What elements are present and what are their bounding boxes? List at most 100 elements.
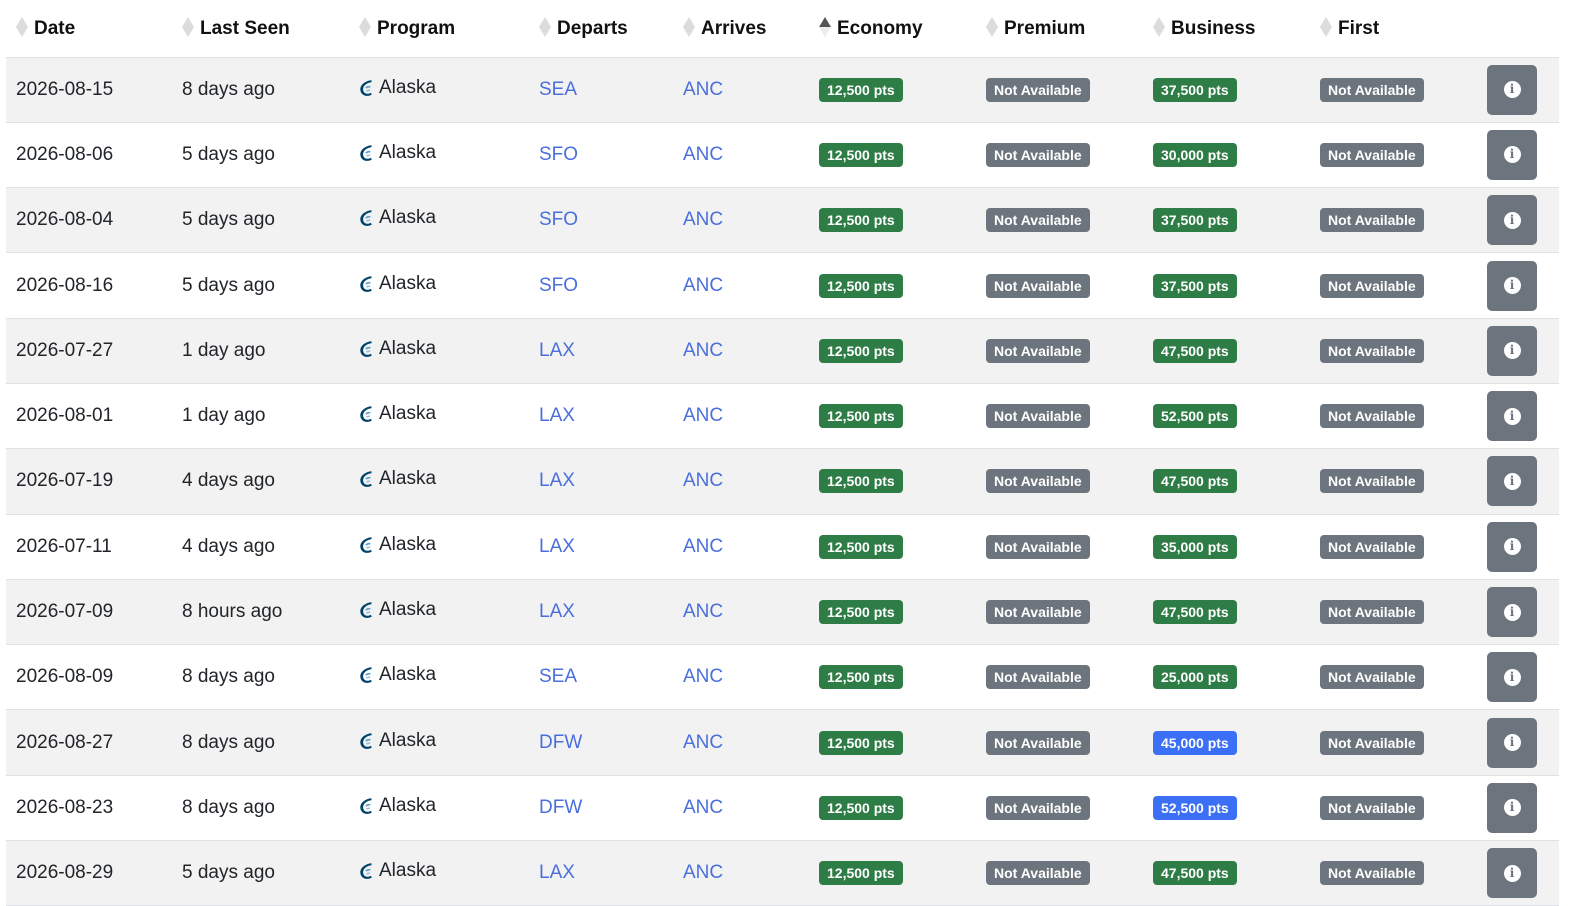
details-button[interactable]: i <box>1487 64 1537 115</box>
details-button[interactable]: i <box>1487 195 1537 246</box>
departs-airport-link[interactable]: LAX <box>539 405 575 426</box>
table-row: 2026-08-27 8 days ago Alaska DFW ANC 12,… <box>6 709 1559 776</box>
business-cell: 52,500 pts <box>1143 775 1310 842</box>
premium-cell: Not Available <box>976 840 1143 906</box>
sort-arrows-icon[interactable] <box>539 16 551 37</box>
sort-arrows-icon[interactable] <box>16 16 28 37</box>
date-value: 2026-07-27 <box>16 339 114 361</box>
departs-airport-link[interactable]: LAX <box>539 340 575 361</box>
date-cell: 2026-08-23 <box>6 775 172 842</box>
departs-airport-link[interactable]: SFO <box>539 275 578 296</box>
business-cell: 47,500 pts <box>1143 840 1310 906</box>
details-cell: i <box>1477 579 1559 646</box>
first-cell: Not Available <box>1310 252 1477 319</box>
details-button[interactable]: i <box>1487 587 1537 638</box>
sort-arrows-icon[interactable] <box>819 16 831 37</box>
business-badge: 47,500 pts <box>1153 469 1237 494</box>
column-header-first[interactable]: First <box>1310 0 1477 58</box>
business-badge: 25,000 pts <box>1153 665 1237 690</box>
first-cell: Not Available <box>1310 57 1477 123</box>
premium-cell: Not Available <box>976 318 1143 384</box>
last-seen-value: 5 days ago <box>182 274 275 296</box>
arrives-airport-link[interactable]: ANC <box>683 144 723 165</box>
arrives-airport-link[interactable]: ANC <box>683 275 723 296</box>
arrives-cell: ANC <box>673 318 809 384</box>
departs-airport-link[interactable]: DFW <box>539 797 582 818</box>
date-value: 2026-08-23 <box>16 796 114 818</box>
details-button[interactable]: i <box>1487 848 1537 899</box>
details-button[interactable]: i <box>1487 456 1537 507</box>
first-badge: Not Available <box>1320 795 1424 820</box>
arrives-airport-link[interactable]: ANC <box>683 536 723 557</box>
details-button[interactable]: i <box>1487 782 1537 833</box>
first-cell: Not Available <box>1310 514 1477 580</box>
program-cell: Alaska <box>349 57 529 123</box>
table-row: 2026-08-29 5 days ago Alaska LAX ANC 12,… <box>6 840 1559 906</box>
program-name: Alaska <box>379 141 437 163</box>
column-header-economy[interactable]: Economy <box>809 0 976 58</box>
column-header-premium[interactable]: Premium <box>976 0 1143 58</box>
premium-cell: Not Available <box>976 187 1143 254</box>
sort-arrows-icon[interactable] <box>683 16 695 37</box>
departs-airport-link[interactable]: DFW <box>539 732 582 753</box>
economy-cell: 12,500 pts <box>809 57 976 123</box>
sort-arrows-icon[interactable] <box>986 16 998 37</box>
departs-cell: LAX <box>529 383 673 450</box>
departs-airport-link[interactable]: LAX <box>539 536 575 557</box>
last-seen-cell: 5 days ago <box>172 187 349 254</box>
departs-airport-link[interactable]: LAX <box>539 862 575 883</box>
arrives-airport-link[interactable]: ANC <box>683 797 723 818</box>
column-header-business[interactable]: Business <box>1143 0 1310 58</box>
column-header-program[interactable]: Program <box>349 0 529 58</box>
column-header-date[interactable]: Date <box>6 0 172 58</box>
premium-badge: Not Available <box>986 469 1090 494</box>
last-seen-cell: 8 days ago <box>172 709 349 776</box>
arrives-airport-link[interactable]: ANC <box>683 601 723 622</box>
details-button[interactable]: i <box>1487 717 1537 768</box>
business-badge: 47,500 pts <box>1153 600 1237 625</box>
arrives-airport-link[interactable]: ANC <box>683 405 723 426</box>
program-cell: Alaska <box>349 187 529 254</box>
economy-badge: 12,500 pts <box>819 208 903 233</box>
column-header-departs[interactable]: Departs <box>529 0 673 58</box>
column-header-arrives[interactable]: Arrives <box>673 0 809 58</box>
premium-badge: Not Available <box>986 534 1090 559</box>
details-button[interactable]: i <box>1487 521 1537 572</box>
departs-airport-link[interactable]: SFO <box>539 144 578 165</box>
details-button[interactable]: i <box>1487 391 1537 442</box>
sort-arrows-icon[interactable] <box>359 16 371 37</box>
departs-airport-link[interactable]: SFO <box>539 209 578 230</box>
details-button[interactable]: i <box>1487 652 1537 703</box>
date-value: 2026-07-19 <box>16 470 114 492</box>
arrives-airport-link[interactable]: ANC <box>683 732 723 753</box>
departs-cell: SFO <box>529 187 673 254</box>
departs-airport-link[interactable]: LAX <box>539 601 575 622</box>
alaska-logo-icon <box>360 732 372 749</box>
economy-cell: 12,500 pts <box>809 252 976 319</box>
departs-airport-link[interactable]: SEA <box>539 666 577 687</box>
sort-arrows-icon[interactable] <box>1153 16 1165 37</box>
date-cell: 2026-08-29 <box>6 840 172 906</box>
arrives-airport-link[interactable]: ANC <box>683 666 723 687</box>
column-header-label: Premium <box>1004 17 1086 39</box>
arrives-airport-link[interactable]: ANC <box>683 340 723 361</box>
premium-cell: Not Available <box>976 709 1143 776</box>
arrives-airport-link[interactable]: ANC <box>683 470 723 491</box>
column-header-last-seen[interactable]: Last Seen <box>172 0 349 58</box>
program-name: Alaska <box>379 860 437 882</box>
business-badge: 30,000 pts <box>1153 142 1237 167</box>
column-header-label: Economy <box>837 17 923 39</box>
arrives-airport-link[interactable]: ANC <box>683 209 723 230</box>
departs-airport-link[interactable]: SEA <box>539 79 577 100</box>
arrives-airport-link[interactable]: ANC <box>683 862 723 883</box>
details-button[interactable]: i <box>1487 325 1537 376</box>
alaska-logo-icon <box>360 667 372 684</box>
details-button[interactable]: i <box>1487 260 1537 311</box>
details-button[interactable]: i <box>1487 129 1537 180</box>
departs-airport-link[interactable]: LAX <box>539 470 575 491</box>
arrives-airport-link[interactable]: ANC <box>683 79 723 100</box>
last-seen-value: 5 days ago <box>182 143 275 165</box>
last-seen-cell: 5 days ago <box>172 122 349 189</box>
sort-arrows-icon[interactable] <box>1320 16 1332 37</box>
sort-arrows-icon[interactable] <box>182 16 194 37</box>
